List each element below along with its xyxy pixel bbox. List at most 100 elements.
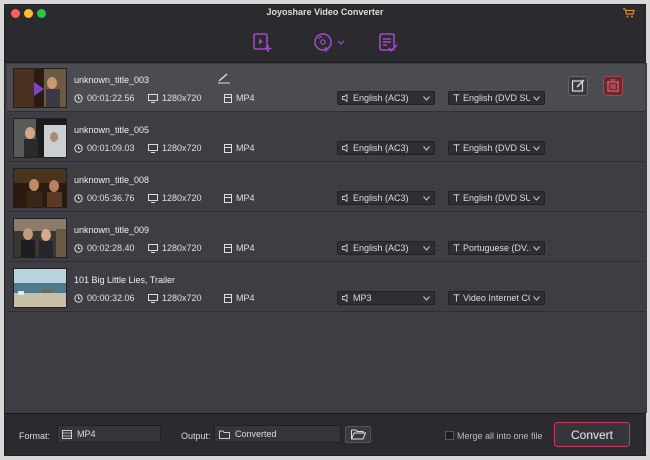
format: MP4 (224, 293, 255, 303)
subtitle-select[interactable]: English (DVD SUB) (448, 141, 545, 155)
file-name: unknown_title_009 (74, 225, 150, 235)
speaker-icon (342, 244, 348, 252)
chevron-down-icon (423, 295, 430, 301)
duration: 00:05:36.76 (74, 193, 135, 203)
video-thumbnail (13, 268, 67, 308)
cart-icon[interactable] (623, 8, 635, 18)
format: MP4 (224, 143, 255, 153)
speaker-icon (342, 144, 348, 152)
output-label: Output: (181, 431, 211, 441)
duration: 00:00:32.06 (74, 293, 135, 303)
format-label: Format: (19, 431, 51, 441)
text-icon (453, 94, 460, 102)
resolution: 1280x720 (148, 193, 202, 203)
video-thumbnail (13, 168, 67, 208)
chevron-down-icon (533, 195, 540, 201)
chevron-down-icon (533, 145, 540, 151)
clock-icon (74, 93, 83, 103)
video-thumbnail (13, 218, 67, 258)
convert-button[interactable]: Convert (554, 422, 630, 447)
monitor-icon (148, 143, 158, 153)
chevron-down-icon (423, 95, 430, 101)
toolbar (5, 21, 645, 63)
format: MP4 (224, 193, 255, 203)
speaker-icon (342, 94, 348, 102)
file-format-icon (224, 193, 232, 203)
chevron-down-icon (423, 195, 430, 201)
rename-icon[interactable] (217, 72, 231, 84)
resolution: 1280x720 (148, 243, 202, 253)
video-thumbnail (13, 68, 67, 108)
subtitle-select[interactable]: Portuguese (DV... (448, 241, 545, 255)
subtitle-select[interactable]: English (DVD SUB) (448, 91, 545, 105)
resolution: 1280x720 (148, 93, 202, 103)
delete-button[interactable] (603, 76, 623, 96)
text-icon (453, 144, 460, 152)
file-format-icon (224, 143, 232, 153)
text-icon (453, 244, 460, 252)
monitor-icon (148, 293, 158, 303)
clock-icon (74, 243, 83, 253)
speaker-icon (342, 194, 348, 202)
file-row[interactable]: unknown_title_008 00:05:36.76 1280x720 M… (7, 164, 645, 212)
monitor-icon (148, 193, 158, 203)
bottom-bar: Format: MP4 Output: Converted Merge all … (5, 413, 645, 455)
chevron-down-icon (533, 245, 540, 251)
video-thumbnail (13, 118, 67, 158)
browse-folder-button[interactable] (345, 426, 371, 443)
add-dvd-icon[interactable] (313, 31, 345, 53)
title-bar: Joyoshare Video Converter (5, 5, 645, 21)
text-icon (453, 194, 460, 202)
clock-icon (74, 293, 83, 303)
file-name: 101 Big Little Lies, Trailer (74, 275, 176, 285)
audio-track-select[interactable]: MP3 (337, 291, 435, 305)
file-row[interactable]: unknown_title_009 00:02:28.40 1280x720 M… (7, 214, 645, 262)
file-format-icon (224, 93, 232, 103)
audio-track-select[interactable]: English (AC3) (337, 141, 435, 155)
folder-icon (219, 430, 230, 439)
merge-label: Merge all into one file (457, 431, 543, 441)
file-name: unknown_title_005 (74, 125, 150, 135)
subtitle-select[interactable]: Video Internet CC (448, 291, 545, 305)
merge-checkbox[interactable] (445, 431, 454, 440)
duration: 00:01:22.56 (74, 93, 135, 103)
app-window: Joyoshare Video Converter unknown_title_… (4, 4, 647, 456)
subtitle-select[interactable]: English (DVD SUB) (448, 191, 545, 205)
text-icon (453, 294, 460, 302)
audio-track-select[interactable]: English (AC3) (337, 91, 435, 105)
video-format-icon (62, 429, 72, 439)
format: MP4 (224, 243, 255, 253)
audio-track-select[interactable]: English (AC3) (337, 191, 435, 205)
output-field[interactable]: Converted (214, 425, 341, 443)
add-video-icon[interactable] (251, 31, 273, 53)
file-list: unknown_title_003 00:01:22.56 1280x720 M… (5, 63, 647, 413)
edit-button[interactable] (568, 76, 588, 96)
audio-track-select[interactable]: English (AC3) (337, 241, 435, 255)
file-name: unknown_title_008 (74, 175, 150, 185)
edit-icon (571, 79, 585, 92)
chevron-down-icon (533, 295, 540, 301)
file-row[interactable]: 101 Big Little Lies, Trailer 00:00:32.06… (7, 264, 645, 312)
clock-icon (74, 193, 83, 203)
format-field[interactable]: MP4 (57, 425, 161, 443)
open-folder-icon (350, 429, 366, 440)
trash-icon (607, 79, 619, 92)
chevron-down-icon (423, 145, 430, 151)
clock-icon (74, 143, 83, 153)
file-name: unknown_title_003 (74, 75, 150, 85)
duration: 00:01:09.03 (74, 143, 135, 153)
file-row[interactable]: unknown_title_003 00:01:22.56 1280x720 M… (7, 64, 645, 112)
file-format-icon (224, 293, 232, 303)
chevron-down-icon (533, 95, 540, 101)
monitor-icon (148, 243, 158, 253)
resolution: 1280x720 (148, 143, 202, 153)
duration: 00:02:28.40 (74, 243, 135, 253)
convert-list-icon[interactable] (377, 31, 399, 53)
speaker-icon (342, 294, 348, 302)
file-row[interactable]: unknown_title_005 00:01:09.03 1280x720 M… (7, 114, 645, 162)
window-title: Joyoshare Video Converter (266, 7, 384, 17)
chevron-down-icon (423, 245, 430, 251)
resolution: 1280x720 (148, 293, 202, 303)
file-format-icon (224, 243, 232, 253)
monitor-icon (148, 93, 158, 103)
